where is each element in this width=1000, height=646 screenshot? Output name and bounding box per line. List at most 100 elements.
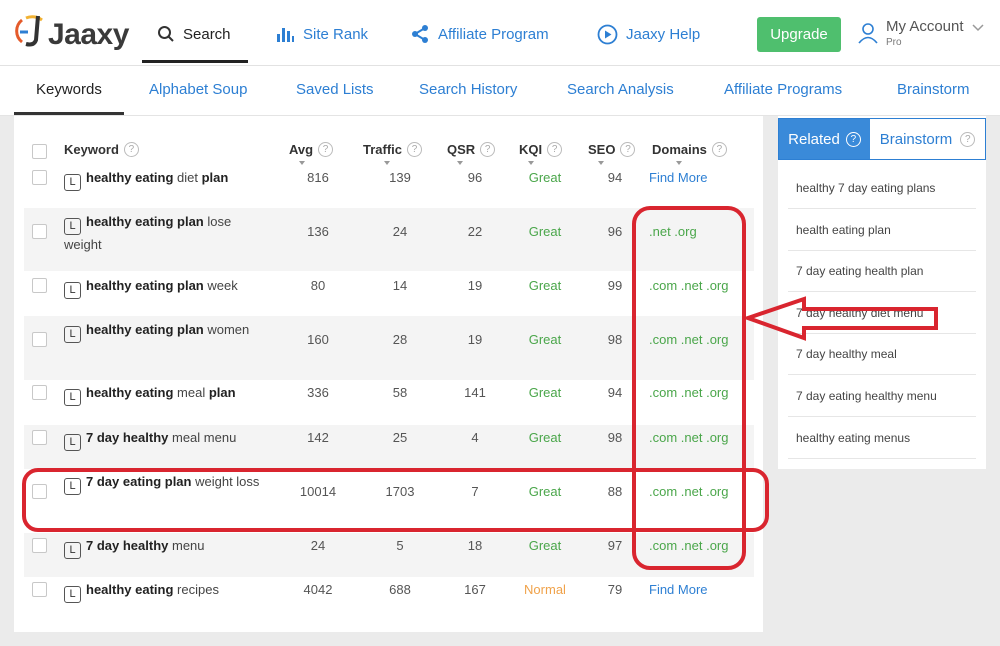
help-icon[interactable]: ?	[845, 131, 861, 147]
keyword-cell[interactable]: Lhealthy eating meal plan	[64, 383, 264, 406]
tab-keywords[interactable]: Keywords	[36, 81, 102, 98]
table-row[interactable]: Lhealthy eating meal plan 336 58 141 Great 94…	[24, 380, 754, 425]
table-row[interactable]: Lhealthy eating recipes 4042 688 167 Normal 7…	[24, 577, 754, 621]
nav-affiliate-program[interactable]: Affiliate Program	[410, 22, 549, 46]
lookup-badge-icon[interactable]: L	[64, 542, 81, 559]
keyword-cell[interactable]: Lhealthy eating plan week	[64, 276, 264, 299]
lookup-badge-icon[interactable]: L	[64, 218, 81, 235]
table-row[interactable]: Lhealthy eating plan lose weight 136 24 22 G…	[24, 208, 754, 271]
tab-search-analysis[interactable]: Search Analysis	[567, 81, 674, 98]
domains-cell: .com .net .org	[649, 278, 729, 293]
row-checkbox[interactable]	[32, 224, 47, 239]
row-checkbox[interactable]	[32, 582, 47, 597]
find-more-link[interactable]: Find More	[649, 170, 708, 185]
table-row[interactable]: Lhealthy eating plan women 160 28 19 Great 98…	[24, 316, 754, 380]
keyword-cell[interactable]: Lhealthy eating plan women	[64, 320, 264, 343]
tab-brainstorm[interactable]: Brainstorm	[897, 81, 970, 98]
qsr-cell: 19	[467, 332, 483, 347]
tab-saved-lists[interactable]: Saved Lists	[296, 81, 374, 98]
row-checkbox[interactable]	[32, 430, 47, 445]
related-keyword-item[interactable]: 7 day eating health plan	[788, 250, 976, 293]
nav-help[interactable]: Jaaxy Help	[597, 22, 700, 46]
select-all-checkbox[interactable]	[32, 144, 47, 159]
help-icon[interactable]: ?	[620, 142, 636, 157]
tab-side-brainstorm[interactable]: Brainstorm ?	[870, 119, 985, 159]
col-domains-label: Domains	[652, 142, 707, 157]
col-keyword[interactable]: Keyword?	[64, 142, 139, 157]
keyword-cell[interactable]: Lhealthy eating diet plan	[64, 168, 264, 191]
col-avg[interactable]: Avg?	[289, 142, 334, 157]
related-keyword-item[interactable]: 7 day eating healthy menu	[788, 375, 976, 417]
table-row[interactable]: Lhealthy eating plan week 80 14 19 Great 99 .c…	[24, 271, 754, 316]
nav-search[interactable]: Search	[157, 22, 231, 46]
tab-active-underline	[14, 112, 124, 115]
tab-search-history[interactable]: Search History	[419, 81, 517, 98]
top-bar: Jaaxy Search Site Rank Affiliate Program…	[0, 0, 1000, 66]
keyword-cell[interactable]: Lhealthy eating recipes	[64, 580, 264, 603]
traffic-cell: 24	[392, 224, 408, 239]
nav-active-underline	[142, 60, 248, 63]
lookup-badge-icon[interactable]: L	[64, 389, 81, 406]
col-kqi-label: KQI	[519, 142, 543, 157]
lookup-badge-icon[interactable]: L	[64, 282, 81, 299]
domains-cell: .com .net .org	[649, 430, 729, 445]
qsr-cell: 22	[467, 224, 483, 239]
table-row[interactable]: L 7 day healthy meal menu 142 25 4 Great 98 .co…	[24, 425, 754, 469]
row-checkbox[interactable]	[32, 170, 47, 185]
related-keyword-item[interactable]: health eating plan	[788, 209, 976, 251]
avg-cell: 142	[307, 430, 329, 445]
keyword-cell[interactable]: L 7 day healthy menu	[64, 536, 264, 559]
col-qsr[interactable]: QSR?	[447, 142, 496, 157]
help-icon[interactable]: ?	[318, 142, 334, 157]
avg-cell: 10014	[299, 484, 337, 499]
related-keyword-item[interactable]: healthy 7 day eating plans	[788, 167, 976, 209]
row-checkbox[interactable]	[32, 278, 47, 293]
help-icon[interactable]: ?	[547, 142, 563, 157]
traffic-cell: 25	[392, 430, 408, 445]
sort-caret-icon	[299, 161, 305, 165]
tab-related[interactable]: Related ?	[779, 119, 870, 159]
row-checkbox[interactable]	[32, 385, 47, 400]
help-icon[interactable]: ?	[123, 142, 139, 157]
help-icon[interactable]: ?	[407, 142, 423, 157]
qsr-cell: 96	[467, 170, 483, 185]
tab-affiliate-programs[interactable]: Affiliate Programs	[724, 81, 842, 98]
col-kqi[interactable]: KQI?	[519, 142, 563, 157]
domains-cell: .com .net .org	[649, 332, 729, 347]
keyword-text: healthy eating plan week	[86, 278, 238, 293]
tab-alphabet-soup[interactable]: Alphabet Soup	[149, 81, 247, 98]
col-seo[interactable]: SEO?	[588, 142, 636, 157]
tab-related-label: Related	[788, 130, 840, 148]
related-keyword-item[interactable]: healthy eating menus	[788, 417, 976, 459]
col-traffic[interactable]: Traffic?	[363, 142, 423, 157]
lookup-badge-icon[interactable]: L	[64, 174, 81, 191]
keyword-cell[interactable]: L 7 day eating plan weight loss	[64, 472, 264, 495]
table-row[interactable]: L 7 day healthy menu 24 5 18 Great 97 .com .net…	[24, 533, 754, 577]
upgrade-button[interactable]: Upgrade	[757, 17, 841, 52]
row-checkbox[interactable]	[32, 332, 47, 347]
table-row[interactable]: L 7 day eating plan weight loss 10014 1703 7…	[24, 469, 754, 533]
lookup-badge-icon[interactable]: L	[64, 434, 81, 451]
nav-site-rank[interactable]: Site Rank	[275, 22, 368, 46]
bar-chart-icon	[277, 28, 294, 42]
col-domains[interactable]: Domains?	[652, 142, 727, 157]
lookup-badge-icon[interactable]: L	[64, 326, 81, 343]
avg-cell: 816	[307, 170, 329, 185]
find-more-link[interactable]: Find More	[649, 582, 708, 597]
lookup-badge-icon[interactable]: L	[64, 586, 81, 603]
keyword-cell[interactable]: L 7 day healthy meal menu	[64, 428, 264, 451]
jaaxy-logo[interactable]: Jaaxy	[14, 12, 129, 52]
help-icon[interactable]: ?	[480, 142, 496, 157]
row-checkbox[interactable]	[32, 538, 47, 553]
related-keyword-item[interactable]: 7 day healthy meal	[788, 333, 976, 376]
related-keyword-item[interactable]: 7 day healthy diet menu	[788, 292, 976, 334]
table-row[interactable]: Lhealthy eating diet plan 816 139 96 Great 94…	[24, 170, 754, 208]
lookup-badge-icon[interactable]: L	[64, 478, 81, 495]
help-icon[interactable]: ?	[711, 142, 727, 157]
seo-cell: 96	[607, 224, 623, 239]
row-checkbox[interactable]	[32, 484, 47, 499]
help-icon[interactable]: ?	[960, 131, 976, 147]
traffic-cell: 28	[392, 332, 408, 347]
seo-cell: 88	[607, 484, 623, 499]
keyword-cell[interactable]: Lhealthy eating plan lose weight	[64, 212, 264, 255]
